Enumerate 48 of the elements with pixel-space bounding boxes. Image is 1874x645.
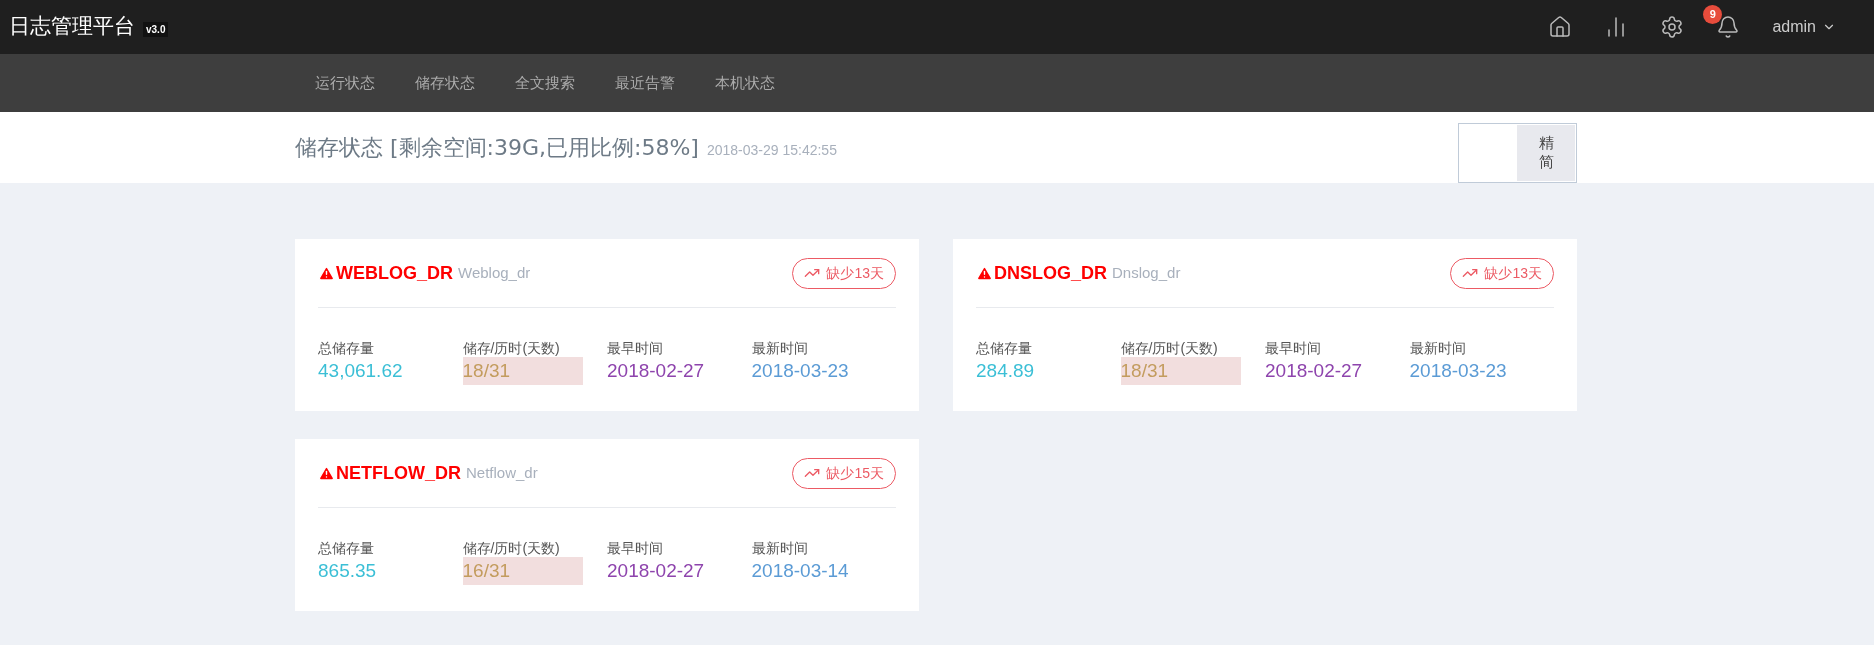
stat-value: 18/31	[1120, 357, 1241, 385]
stat-value: 16/31	[462, 557, 583, 585]
stat-label: 最新时间	[751, 539, 809, 557]
stat-label: 最早时间	[607, 539, 664, 557]
settings-icon[interactable]	[1660, 15, 1685, 39]
view-toggle[interactable]: 精简	[1458, 123, 1577, 183]
stat-label: 最早时间	[1265, 339, 1322, 357]
card-subtitle: Netflow_dr	[466, 462, 538, 483]
stat-value: 2018-03-14	[751, 559, 850, 583]
stat-label: 储存/历时(天数)	[462, 339, 561, 357]
stat-label: 总储存量	[976, 339, 1033, 357]
app-title: 日志管理平台	[9, 13, 135, 41]
stat-value: 2018-03-23	[1409, 359, 1508, 383]
stat-label: 储存/历时(天数)	[1120, 339, 1219, 357]
nav-tab[interactable]: 储存状态	[395, 71, 495, 95]
stat-label: 总储存量	[318, 339, 375, 357]
warning-icon	[318, 264, 335, 282]
nav-tab[interactable]: 本机状态	[695, 71, 795, 95]
card-subtitle: Dnslog_dr	[1112, 262, 1181, 283]
notification-icon[interactable]	[1716, 15, 1741, 39]
stat-value: 43,061.62	[318, 359, 404, 383]
stat-value: 18/31	[462, 357, 583, 385]
card-title: WEBLOG_DR	[336, 261, 453, 285]
stat-value: 2018-03-23	[751, 359, 850, 383]
stat-value: 284.89	[976, 359, 1036, 383]
card-title: DNSLOG_DR	[994, 261, 1107, 285]
stat-label: 总储存量	[318, 539, 375, 557]
home-icon[interactable]	[1548, 15, 1573, 39]
stat-label: 储存/历时(天数)	[462, 539, 561, 557]
timestamp: 2018-03-29 15:42:55	[706, 141, 837, 160]
nav-tab[interactable]: 最近告警	[595, 71, 695, 95]
card-subtitle: Weblog_dr	[458, 262, 531, 283]
version-tag: v3.0	[143, 21, 169, 37]
stat-value: 2018-02-27	[607, 359, 706, 383]
card-title: NETFLOW_DR	[336, 461, 461, 485]
stat-label: 最新时间	[751, 339, 809, 357]
stat-label: 最早时间	[607, 339, 664, 357]
stat-label: 最新时间	[1409, 339, 1467, 357]
notification-badge: 9	[1703, 5, 1723, 24]
user-menu[interactable]: admin	[1772, 15, 1836, 39]
nav-tab[interactable]: 全文搜索	[495, 71, 595, 95]
page-title: 储存状态 [剩余空间:39G,已用比例:58%]	[295, 134, 699, 162]
warning-icon	[318, 464, 335, 482]
nav-tab[interactable]: 运行状态	[295, 71, 395, 95]
stat-value: 2018-02-27	[607, 559, 706, 583]
stat-value: 865.35	[318, 559, 378, 583]
stat-value: 2018-02-27	[1265, 359, 1364, 383]
warning-icon	[976, 264, 993, 282]
